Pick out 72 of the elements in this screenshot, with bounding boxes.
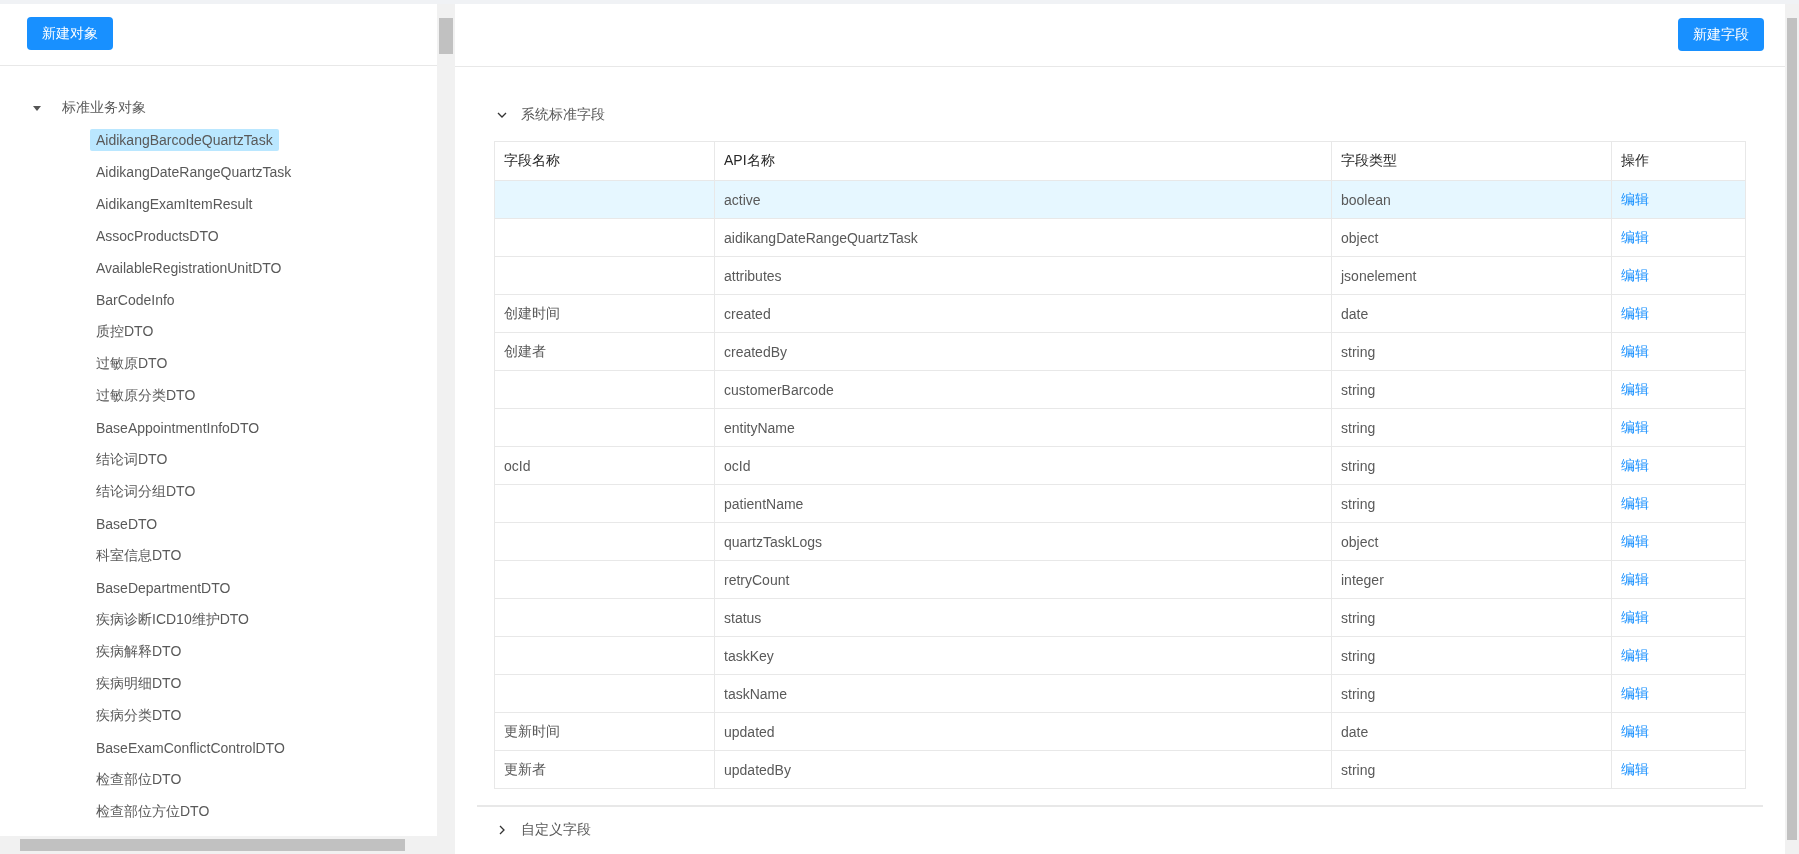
table-cell: 更新时间: [494, 712, 715, 751]
tree-item[interactable]: 结论词DTO: [90, 448, 174, 472]
table-cell: string: [1331, 674, 1612, 713]
table-cell: string: [1331, 332, 1612, 371]
caret-icon[interactable]: [30, 103, 44, 113]
tree-item[interactable]: BaseDTO: [90, 513, 164, 535]
table-cell: created: [714, 294, 1332, 333]
tree-item[interactable]: 疾病明细DTO: [90, 672, 188, 696]
table-cell: 创建时间: [494, 294, 715, 333]
table-cell: string: [1331, 598, 1612, 637]
table-cell: string: [1331, 750, 1612, 789]
table-cell: string: [1331, 408, 1612, 447]
scrollbar[interactable]: [0, 836, 455, 854]
chevron-icon[interactable]: [497, 824, 507, 835]
tree-item[interactable]: 检查部位DTO: [90, 768, 188, 792]
table-cell: retryCount: [714, 560, 1332, 599]
table-cell: object: [1331, 522, 1612, 561]
table-cell: 更新者: [494, 750, 715, 789]
table-cell: date: [1331, 712, 1612, 751]
tree-item[interactable]: 结论词分组DTO: [90, 480, 202, 504]
tree-item[interactable]: BaseAppointmentInfoDTO: [90, 417, 266, 439]
tree-item[interactable]: 疾病解释DTO: [90, 640, 188, 664]
table-cell: entityName: [714, 408, 1332, 447]
tree-item[interactable]: 疾病诊断ICD10维护DTO: [90, 608, 255, 632]
tree-item[interactable]: AidikangDateRangeQuartzTask: [90, 161, 298, 183]
table-cell: createdBy: [714, 332, 1332, 371]
table-cell: 创建者: [494, 332, 715, 371]
table-cell: string: [1331, 370, 1612, 409]
tree-item[interactable]: AvailableRegistrationUnitDTO: [90, 257, 288, 279]
tree-item[interactable]: BaseDepartmentDTO: [90, 577, 237, 599]
tree-item[interactable]: 科室信息DTO: [90, 544, 188, 568]
table-cell: updated: [714, 712, 1332, 751]
table-cell: string: [1331, 636, 1612, 675]
table-cell: patientName: [714, 484, 1332, 523]
tree-item[interactable]: AidikangExamItemResult: [90, 193, 259, 215]
tree-item[interactable]: BarCodeInfo: [90, 289, 181, 311]
tree-item[interactable]: 疾病分类DTO: [90, 704, 188, 728]
table-cell: active: [714, 180, 1332, 219]
column-header: 操作: [1611, 141, 1746, 181]
column-header: API名称: [714, 141, 1332, 181]
column-header: 字段类型: [1331, 141, 1612, 181]
table-cell: taskKey: [714, 636, 1332, 675]
table-cell: jsonelement: [1331, 256, 1612, 295]
table-cell: quartzTaskLogs: [714, 522, 1332, 561]
tree-item[interactable]: AidikangBarcodeQuartzTask: [90, 129, 279, 151]
section-title[interactable]: 系统标准字段: [521, 106, 605, 124]
tree-item[interactable]: BaseExamConflictControlDTO: [90, 737, 291, 759]
table-cell: boolean: [1331, 180, 1612, 219]
tree-item[interactable]: 过敏原DTO: [90, 352, 174, 376]
table-cell: aidikangDateRangeQuartzTask: [714, 218, 1332, 257]
tree-item[interactable]: 检查部位方位DTO: [90, 800, 216, 824]
table-cell: customerBarcode: [714, 370, 1332, 409]
tree-item[interactable]: AssocProductsDTO: [90, 225, 225, 247]
table-cell: taskName: [714, 674, 1332, 713]
tree-item[interactable]: 质控DTO: [90, 320, 160, 344]
chevron-icon[interactable]: [497, 110, 507, 120]
table-cell: string: [1331, 484, 1612, 523]
table-cell: ocId: [714, 446, 1332, 485]
tree-item[interactable]: 过敏原分类DTO: [90, 384, 202, 408]
table-cell: date: [1331, 294, 1612, 333]
section-title[interactable]: 自定义字段: [521, 820, 591, 839]
table-cell: object: [1331, 218, 1612, 257]
table-cell: ocId: [494, 446, 715, 485]
table-cell: updatedBy: [714, 750, 1332, 789]
column-header: 字段名称: [494, 141, 715, 181]
tree-node-label[interactable]: 标准业务对象: [56, 96, 152, 120]
table-cell: string: [1331, 446, 1612, 485]
scrollbar[interactable]: [437, 4, 455, 836]
scrollbar[interactable]: [1785, 4, 1799, 854]
table-cell: attributes: [714, 256, 1332, 295]
table-cell: status: [714, 598, 1332, 637]
table-cell: integer: [1331, 560, 1612, 599]
